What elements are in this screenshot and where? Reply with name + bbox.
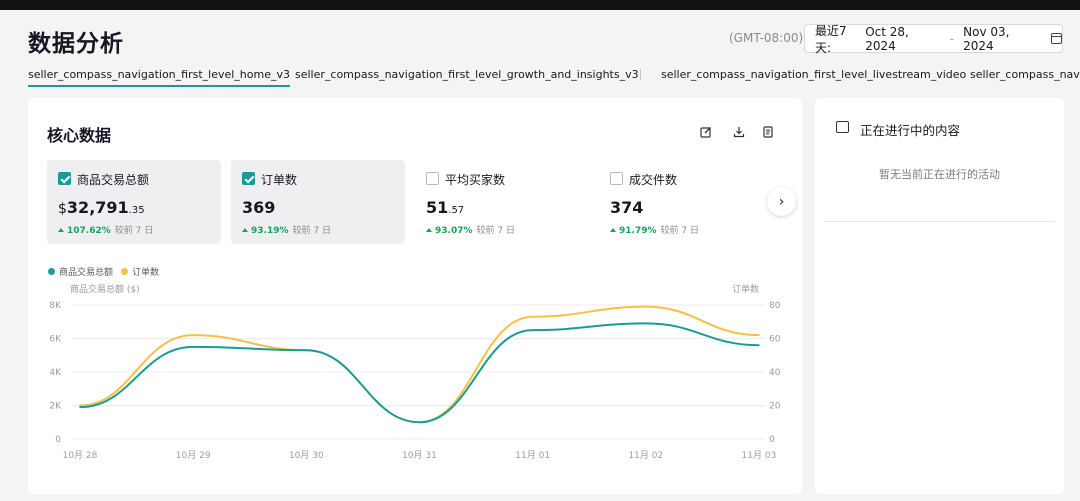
legend-dot-orders xyxy=(121,268,129,275)
metric-value: 374 xyxy=(610,198,644,217)
data-point-gmv xyxy=(758,344,760,346)
data-point-gmv xyxy=(645,322,647,325)
trend-up-icon xyxy=(242,228,248,232)
metric-card-avg-buyers[interactable]: 平均买家数 51.57 93.07% 较前 7 日 xyxy=(415,160,589,244)
y-axis-title-right: 订单数 xyxy=(732,283,759,295)
date-separator: - xyxy=(949,31,955,46)
y-tick-label-right: 0 xyxy=(769,435,775,445)
y-tick-label-left: 6K xyxy=(49,335,62,345)
metric-label: 订单数 xyxy=(261,173,298,187)
chevron-right-icon: › xyxy=(778,193,785,210)
timezone-label: (GMT-08:00) xyxy=(729,31,804,45)
metric-card-orders[interactable]: 订单数 369 93.19% 较前 7 日 xyxy=(231,160,405,244)
ongoing-content-card: 正在进行中的内容 暂无当前正在进行的活动 xyxy=(815,98,1064,494)
date-range-prefix: 最近7天: xyxy=(815,23,847,55)
data-point-gmv xyxy=(531,329,534,331)
trend-up-icon xyxy=(58,228,64,232)
top-bar xyxy=(0,0,1080,10)
metric-change: 93.19% 较前 7 日 xyxy=(242,223,331,236)
metric-label: 成交件数 xyxy=(629,173,678,187)
empty-state-text: 暂无当前正在进行的活动 xyxy=(879,168,1000,181)
metric-checkbox[interactable] xyxy=(426,172,439,185)
metric-value: 51.57 xyxy=(426,198,465,217)
core-data-card: 核心数据 商品交易总额 $32,791.35 107.62% 较前 7 日 订单数… xyxy=(28,98,802,494)
calendar-icon[interactable] xyxy=(1051,33,1062,44)
download-icon[interactable] xyxy=(733,126,745,138)
data-point-orders xyxy=(79,404,81,407)
data-point-gmv xyxy=(418,421,421,424)
ongoing-content-title: 正在进行中的内容 xyxy=(860,123,961,138)
divider xyxy=(824,221,1055,222)
legend-item[interactable]: 商品交易总额 xyxy=(48,265,113,278)
y-tick-label-left: 4K xyxy=(49,368,62,378)
trend-up-icon xyxy=(610,228,616,232)
metric-label: 平均买家数 xyxy=(445,173,506,187)
data-point-orders xyxy=(531,315,534,318)
metric-card-gmv[interactable]: 商品交易总额 $32,791.35 107.62% 较前 7 日 xyxy=(47,160,221,244)
y-tick-label-left: 8K xyxy=(49,301,62,311)
metric-change: 93.07% 较前 7 日 xyxy=(426,223,515,236)
page-title: 数据分析 xyxy=(28,31,124,57)
date-end: Nov 03, 2024 xyxy=(963,24,1010,53)
metric-card-items-sold[interactable]: 成交件数 374 91.79% 较前 7 日 xyxy=(599,160,773,244)
tab-livestream-video[interactable]: seller_compass_navigation_first_level_li… xyxy=(661,68,966,81)
trend-chart-icon xyxy=(836,121,849,133)
x-tick-label: 10月 31 xyxy=(402,450,437,461)
data-point-orders xyxy=(758,334,760,336)
y-axis-title-left: 商品交易总额 ($) xyxy=(70,283,140,295)
legend-label: 订单数 xyxy=(132,268,160,278)
date-start: Oct 28, 2024 xyxy=(865,24,909,53)
y-tick-label-right: 20 xyxy=(769,402,781,412)
metric-value: $32,791.35 xyxy=(58,198,145,217)
data-point-gmv xyxy=(305,349,308,352)
metric-value: 369 xyxy=(242,198,276,217)
y-tick-label-left: 0 xyxy=(55,435,61,445)
document-icon[interactable] xyxy=(762,126,774,138)
tab-growth-and-insights[interactable]: seller_compass_navigation_first_level_gr… xyxy=(295,68,639,81)
nav-tabs: seller_compass_navigation_first_level_ho… xyxy=(28,62,1080,90)
y-tick-label-right: 80 xyxy=(769,301,781,311)
x-tick-label: 11月 03 xyxy=(742,450,777,461)
legend-item[interactable]: 订单数 xyxy=(121,265,159,278)
trend-line-chart: 商品交易总额 ($) 订单数 0 0 2K 20 4K 40 6K 60 8K 80 10月 28 10月… xyxy=(49,283,781,461)
tab-product[interactable]: seller_compass_navigation_first_level_pr… xyxy=(970,68,1080,81)
edit-icon[interactable] xyxy=(700,126,712,138)
metric-checkbox[interactable] xyxy=(58,172,71,185)
x-tick-label: 11月 02 xyxy=(628,450,663,461)
chart-legend: 商品交易总额 订单数 xyxy=(48,265,167,278)
data-point-gmv xyxy=(79,406,81,408)
date-range-picker[interactable]: 最近7天: Oct 28, 2024 - Nov 03, 2024 xyxy=(804,23,1063,55)
trend-up-icon xyxy=(426,228,432,232)
legend-label: 商品交易总额 xyxy=(59,268,114,278)
metric-change: 91.79% 较前 7 日 xyxy=(610,223,699,236)
next-metrics-button[interactable]: › xyxy=(767,187,796,216)
metric-checkbox[interactable] xyxy=(242,172,255,185)
y-tick-label-left: 2K xyxy=(49,402,62,412)
legend-dot-gmv xyxy=(48,268,55,275)
x-tick-label: 10月 30 xyxy=(289,450,324,461)
metric-change: 107.62% 较前 7 日 xyxy=(58,223,153,236)
data-point-orders xyxy=(645,305,647,308)
y-tick-label-right: 60 xyxy=(769,335,781,345)
metric-checkbox[interactable] xyxy=(610,172,623,185)
metric-label: 商品交易总额 xyxy=(77,173,150,187)
tab-separator xyxy=(640,69,641,80)
x-tick-label: 11月 01 xyxy=(515,450,550,461)
x-tick-label: 10月 29 xyxy=(176,450,211,461)
y-tick-label-right: 40 xyxy=(769,368,781,378)
data-point-gmv xyxy=(192,346,194,348)
x-tick-label: 10月 28 xyxy=(63,450,98,461)
core-data-title: 核心数据 xyxy=(47,126,112,145)
tab-home[interactable]: seller_compass_navigation_first_level_ho… xyxy=(28,68,290,87)
data-point-orders xyxy=(192,334,194,336)
